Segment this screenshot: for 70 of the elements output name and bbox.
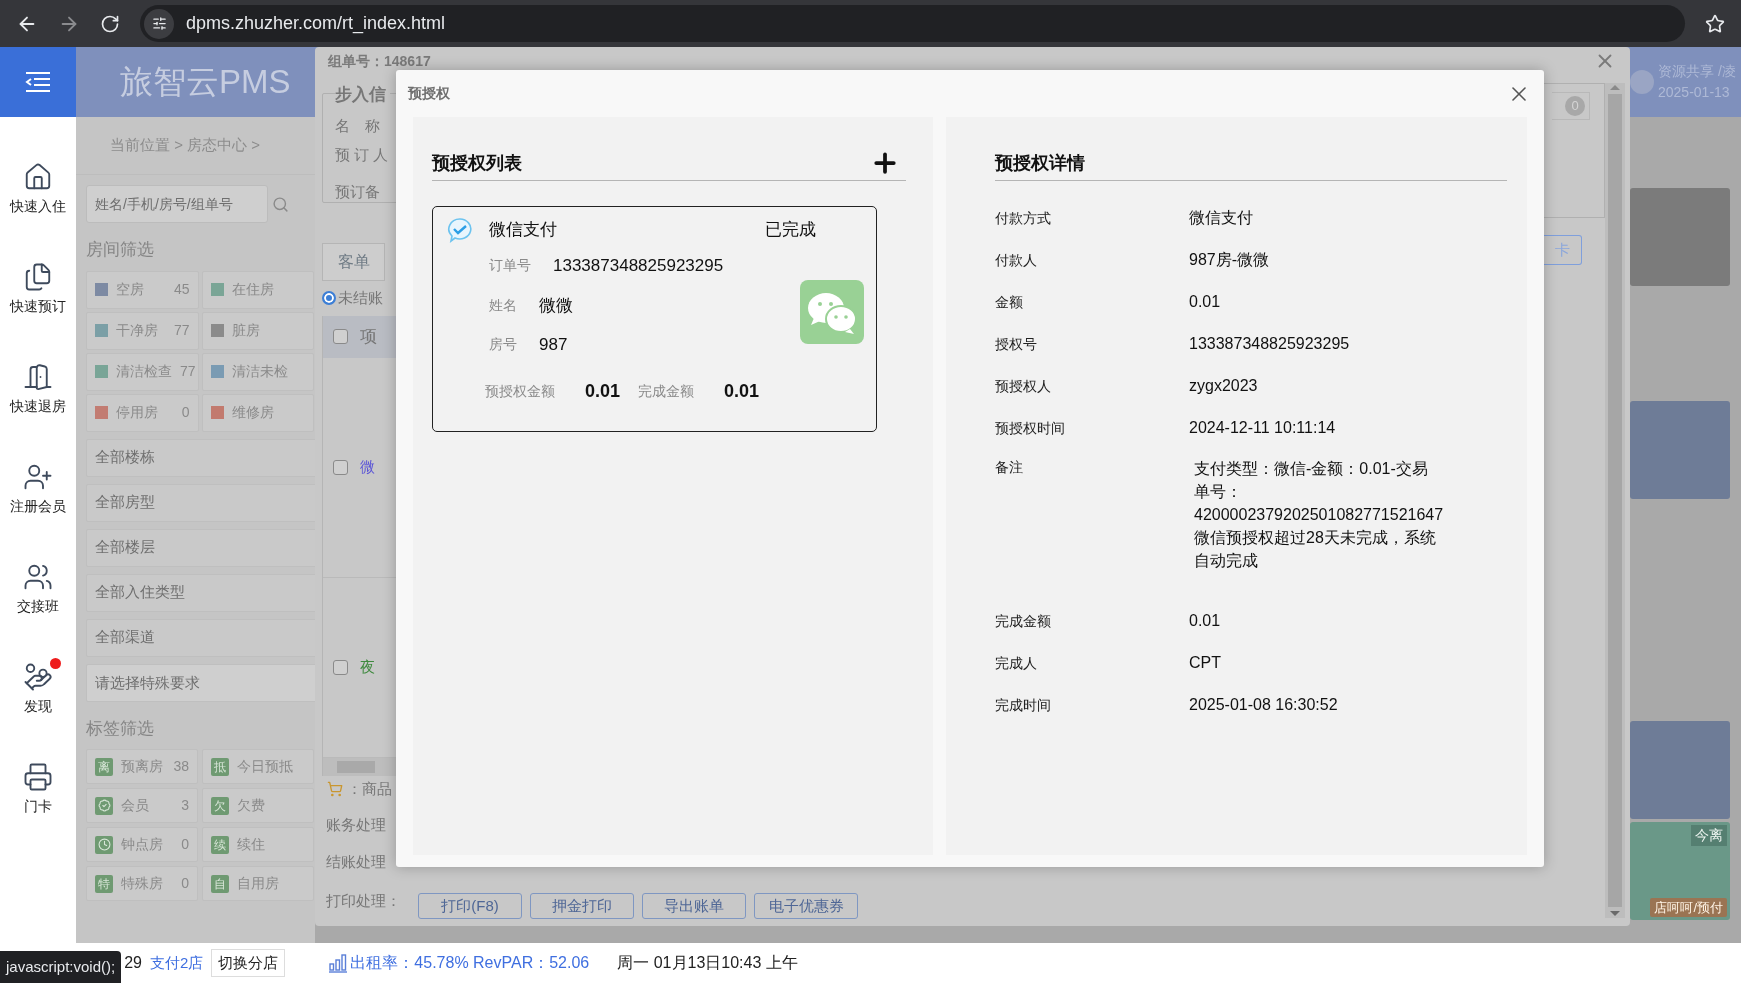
app-logo: 旅智云PMS — [120, 62, 291, 103]
tag-icon: 欠 — [211, 796, 229, 815]
detail-label: 预授权人 — [995, 376, 1052, 396]
tag-icon: 自 — [211, 874, 229, 893]
detail-value: 支付类型：微信-金额：0.01-交易单号：4200002379202501082771521647微信预授权超过28天未完成，系统自动完成 — [1194, 459, 1442, 571]
detail-value: 133387348825923295 — [1189, 334, 1350, 354]
field-label: 名 称 — [335, 115, 381, 136]
datetime: 周一 01月13日10:43 上午 — [617, 953, 798, 973]
count: 0 — [181, 403, 190, 422]
detail-label: 完成时间 — [995, 695, 1052, 715]
detail-value: 2024-12-11 10:11:14 — [1189, 418, 1336, 438]
field-label: 房号 — [489, 335, 517, 355]
panel-title: 预授权列表 — [432, 151, 522, 175]
detail-value: CPT — [1189, 653, 1221, 673]
field-value: 133387348825923295 — [553, 255, 724, 277]
amount-label: 完成金额 — [638, 381, 695, 401]
section-title: 标签筛选 — [86, 717, 155, 740]
tag-icon: 续 — [211, 835, 229, 854]
tag-icon: 特 — [95, 874, 113, 893]
goods-label: ：商品 — [347, 778, 392, 799]
occupancy-stats: 出租率：45.78% RevPAR：52.06 — [350, 953, 590, 973]
count: 0 — [181, 874, 189, 893]
status-text: 已完成 — [765, 219, 816, 242]
table-cell-text: 微 — [360, 456, 375, 477]
count: 38 — [173, 757, 189, 776]
amount-value: 0.01 — [585, 379, 621, 403]
count: 3 — [181, 796, 189, 815]
field-label: 预 订 人 — [335, 145, 390, 165]
column-header: 项 — [360, 325, 377, 348]
amount-value: 0.01 — [724, 379, 760, 403]
tag-icon: 抵 — [211, 757, 229, 776]
detail-value: 987房-微微 — [1189, 250, 1270, 270]
count: 0 — [181, 835, 189, 854]
tile-tag: 店呵呵/预付 — [1650, 897, 1727, 917]
detail-value: 0.01 — [1189, 292, 1221, 312]
detail-label: 完成人 — [995, 653, 1038, 673]
amount-label: 预授权金额 — [485, 381, 555, 401]
dialog-title: 预授权 — [408, 84, 450, 103]
field-value: 987 — [539, 334, 568, 356]
field-label: 订单号 — [489, 256, 531, 276]
field-label: 姓名 — [489, 295, 517, 315]
detail-label: 金额 — [995, 292, 1024, 312]
detail-label: 完成金额 — [995, 611, 1052, 631]
action-label: 结账处理 — [326, 851, 387, 872]
print-label: 打印处理： — [326, 890, 402, 911]
link-tooltip: javascript:void(); — [0, 951, 122, 983]
detail-value: 2025-01-08 16:30:52 — [1189, 695, 1338, 715]
payment-method: 微信支付 — [489, 219, 557, 242]
count-text: 29 — [124, 953, 142, 973]
field-value: 微微 — [539, 294, 573, 317]
detail-label: 备注 — [995, 458, 1024, 477]
radio-label: 未结账 — [338, 288, 383, 308]
detail-label: 付款方式 — [995, 208, 1052, 228]
order-number: 组单号：148617 — [328, 53, 431, 69]
tile-badge: 今离 — [1691, 825, 1727, 846]
section-title: 房间筛选 — [86, 239, 155, 261]
table-cell-text: 夜 — [360, 656, 375, 677]
count: 45 — [173, 280, 190, 299]
detail-label: 授权号 — [995, 334, 1038, 354]
count: 77 — [180, 362, 196, 381]
detail-label: 付款人 — [995, 250, 1038, 270]
field-label: 预订备 — [335, 181, 381, 202]
count: 77 — [173, 321, 190, 340]
action-label: 账务处理 — [326, 815, 387, 835]
detail-value: 微信支付 — [1189, 208, 1253, 228]
detail-value: 0.01 — [1189, 611, 1221, 631]
detail-label: 预授权时间 — [995, 418, 1066, 438]
panel-title: 预授权详情 — [995, 151, 1085, 175]
detail-value: zygx2023 — [1189, 376, 1258, 396]
tag-icon: 离 — [95, 757, 113, 776]
